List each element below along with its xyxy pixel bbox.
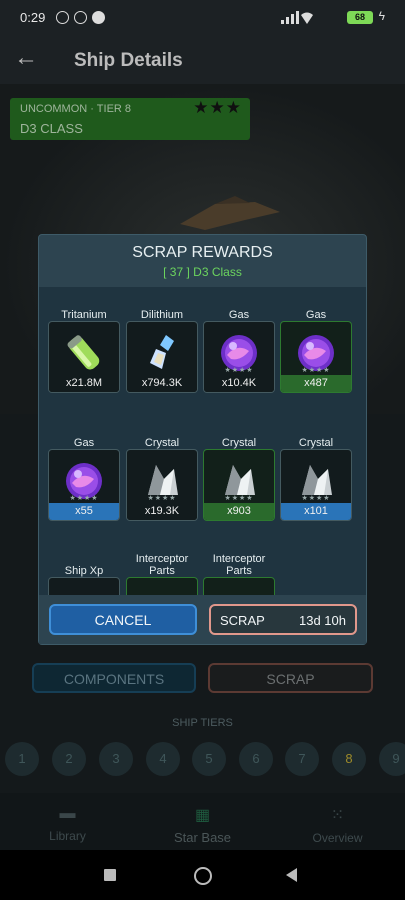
rarity-stars: ★★★★ [301, 495, 331, 502]
tier-9-button[interactable]: 9 [379, 742, 405, 776]
reward-quantity: x55 [49, 503, 119, 520]
signal-icon [281, 11, 313, 24]
reward-tile [203, 577, 275, 595]
nav-overview[interactable]: ⁙ Overview [270, 793, 405, 850]
nav-library[interactable]: ▬ Library [0, 793, 135, 850]
rarity-tier-label: UNCOMMON · TIER 8 [20, 103, 132, 115]
reward-name: Crystal [144, 437, 180, 449]
tier-2-button[interactable]: 2 [52, 742, 86, 776]
back-arrow-icon[interactable]: ← [14, 44, 38, 72]
reward-item[interactable]: Interceptor Parts [203, 553, 275, 595]
back-icon[interactable] [285, 868, 299, 882]
reward-name: Dilithium [140, 309, 184, 321]
wifi-icon [301, 12, 313, 24]
rarity-stars: ★★★★ [69, 495, 99, 502]
charging-icon: ϟ [378, 9, 385, 23]
folder-icon: ▬ [59, 805, 76, 822]
reward-quantity: x487 [281, 375, 351, 392]
reward-item[interactable]: Gas ★★★★ x55 [48, 425, 120, 521]
reward-quantity: x903 [204, 503, 274, 520]
ship-image [180, 196, 280, 230]
reward-item[interactable]: Gas ★★★★ x487 [280, 297, 352, 393]
reward-item[interactable]: Dilithium x794.3K [126, 297, 198, 393]
rarity-stars: ★★★★ [224, 367, 254, 374]
cancel-button[interactable]: CANCEL [49, 604, 197, 635]
dialog-subtitle: [ 37 ] D3 Class [163, 265, 242, 279]
alarm-icon [74, 11, 87, 24]
scrap-tab-button[interactable]: SCRAP [208, 663, 373, 693]
reward-name: Gas [73, 437, 95, 449]
rarity-stars: ★★★★ [301, 367, 331, 374]
page-title: Ship Details [74, 50, 183, 71]
scrap-rewards-dialog: SCRAP REWARDS [ 37 ] D3 Class Tritanium x… [38, 234, 367, 645]
reward-quantity: x19.3K [127, 503, 197, 520]
reward-quantity: x101 [281, 503, 351, 520]
reward-item[interactable]: Crystal ★★★★ x19.3K [126, 425, 198, 521]
reward-name: Interceptor Parts [212, 553, 266, 577]
reward-tile: ★★★★ x487 [280, 321, 352, 393]
reward-quantity: x10.4K [204, 375, 274, 392]
reward-item[interactable]: Ship Xp [48, 553, 120, 595]
app-notification-icon [92, 11, 105, 24]
ship-rank-banner: UNCOMMON · TIER 8 ★★★ D3 CLASS [10, 98, 250, 140]
reward-tile [126, 577, 198, 595]
reward-tile [48, 577, 120, 595]
rank-stars: ★★★ [193, 98, 242, 117]
tier-4-button[interactable]: 4 [146, 742, 180, 776]
app-header: ← Ship Details [0, 36, 405, 84]
tier-1-button[interactable]: 1 [5, 742, 39, 776]
reward-item[interactable]: Interceptor Parts [126, 553, 198, 595]
tier-6-button[interactable]: 6 [239, 742, 273, 776]
reward-tile: x21.8M [48, 321, 120, 393]
home-icon[interactable] [194, 867, 212, 885]
tier-3-button[interactable]: 3 [99, 742, 133, 776]
reward-name: Crystal [221, 437, 257, 449]
reward-tile: ★★★★ x55 [48, 449, 120, 521]
rewards-grid[interactable]: Tritanium x21.8M Dilithium x794.3K Gas ★★★★ x1… [39, 287, 366, 595]
reward-item[interactable]: Crystal ★★★★ x101 [280, 425, 352, 521]
dialog-footer: CANCEL SCRAP 13d 10h [39, 595, 366, 644]
rarity-stars: ★★★★ [147, 495, 177, 502]
tier-5-button[interactable]: 5 [192, 742, 226, 776]
reward-name: Tritanium [61, 309, 107, 321]
ship-class-label: D3 CLASS [20, 121, 83, 136]
nav-starbase[interactable]: ▦ Star Base [135, 793, 270, 850]
reward-name: Interceptor Parts [135, 553, 189, 577]
reward-name: Ship Xp [64, 565, 104, 577]
dialog-title: SCRAP REWARDS [132, 244, 273, 261]
reward-tile: ★★★★ x903 [203, 449, 275, 521]
reward-item[interactable]: Gas ★★★★ x10.4K [203, 297, 275, 393]
status-time: 0:29 [20, 10, 46, 25]
grid-icon: ⁙ [330, 807, 345, 824]
battery-icon: 68 [347, 11, 373, 24]
ship-tiers-label: SHIP TIERS [172, 717, 233, 729]
reward-name: Gas [228, 309, 250, 321]
reward-quantity: x794.3K [127, 375, 197, 392]
tier-8-button[interactable]: 8 [332, 742, 366, 776]
building-icon: ▦ [194, 807, 211, 824]
recents-icon[interactable] [104, 869, 116, 881]
system-navigation [0, 850, 405, 900]
reward-quantity: x21.8M [49, 375, 119, 392]
reward-tile: ★★★★ x101 [280, 449, 352, 521]
reward-item[interactable]: Tritanium x21.8M [48, 297, 120, 393]
reward-item[interactable]: Crystal ★★★★ x903 [203, 425, 275, 521]
reward-tile: ★★★★ x10.4K [203, 321, 275, 393]
rarity-stars: ★★★★ [224, 495, 254, 502]
status-bar: 0:29 68 ϟ [0, 0, 405, 36]
components-button[interactable]: COMPONENTS [32, 663, 196, 693]
mute-icon [56, 11, 69, 24]
reward-tile: x794.3K [126, 321, 198, 393]
bottom-nav: ▬ Library ▦ Star Base ⁙ Overview [0, 793, 405, 850]
reward-name: Crystal [298, 437, 334, 449]
scrap-confirm-label: SCRAP [220, 613, 265, 628]
reward-name: Gas [305, 309, 327, 321]
reward-tile: ★★★★ x19.3K [126, 449, 198, 521]
scrap-confirm-button[interactable]: SCRAP 13d 10h [209, 604, 357, 635]
scrap-duration: 13d 10h [299, 613, 346, 628]
tier-7-button[interactable]: 7 [285, 742, 319, 776]
